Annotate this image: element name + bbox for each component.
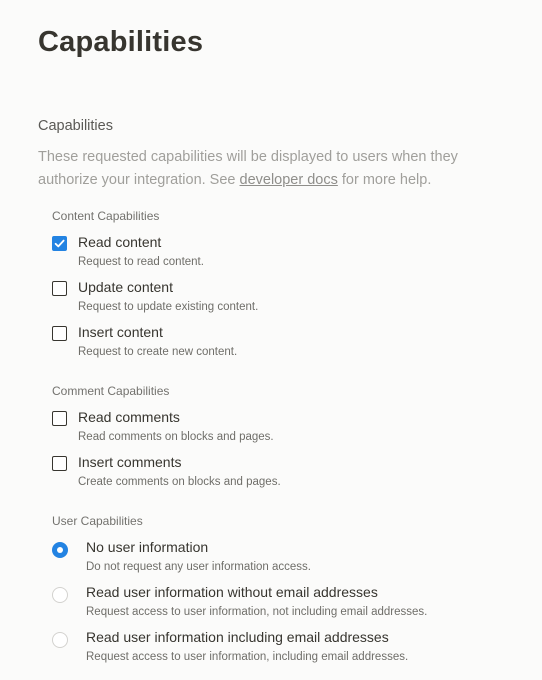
check-icon — [54, 239, 65, 248]
section-title: Capabilities — [38, 118, 113, 134]
read-comments-description: Read comments on blocks and pages. — [78, 431, 274, 443]
user-capabilities-label: User Capabilities — [52, 514, 143, 528]
user-info-with-email-label: Read user information including email ad… — [86, 629, 389, 645]
insert-content-description: Request to create new content. — [78, 346, 238, 358]
option-read-comments[interactable]: Read comments Read comments on blocks an… — [52, 409, 522, 449]
user-info-without-email-label: Read user information without email addr… — [86, 584, 378, 600]
user-info-with-email-description: Request access to user information, incl… — [86, 651, 409, 663]
option-user-info-without-email[interactable]: Read user information without email addr… — [52, 584, 522, 624]
option-read-content[interactable]: Read content Request to read content. — [52, 234, 522, 274]
no-user-information-description: Do not request any user information acce… — [86, 561, 312, 573]
capabilities-page: Capabilities Capabilities These requeste… — [0, 0, 542, 680]
insert-comments-label: Insert comments — [78, 454, 182, 470]
option-no-user-information[interactable]: No user information Do not request any u… — [52, 539, 522, 579]
developer-docs-link[interactable]: developer docs — [240, 172, 338, 188]
user-info-without-email-description: Request access to user information, not … — [86, 606, 428, 618]
no-user-information-label: No user information — [86, 539, 209, 555]
no-user-information-radio[interactable] — [52, 542, 68, 558]
insert-content-checkbox[interactable] — [52, 326, 67, 341]
read-content-checkbox[interactable] — [52, 236, 67, 251]
option-insert-comments[interactable]: Insert comments Create comments on block… — [52, 454, 522, 494]
user-info-without-email-radio[interactable] — [52, 587, 68, 603]
insert-content-label: Insert content — [78, 324, 163, 340]
description-text-after: for more help. — [337, 172, 432, 188]
page-title: Capabilities — [38, 26, 204, 58]
section-description: These requested capabilities will be dis… — [38, 146, 508, 192]
radio-selected-dot-icon — [57, 547, 63, 553]
read-comments-checkbox[interactable] — [52, 411, 67, 426]
update-content-checkbox[interactable] — [52, 281, 67, 296]
insert-comments-checkbox[interactable] — [52, 456, 67, 471]
option-user-info-with-email[interactable]: Read user information including email ad… — [52, 629, 522, 669]
content-capabilities-label: Content Capabilities — [52, 209, 160, 223]
option-insert-content[interactable]: Insert content Request to create new con… — [52, 324, 522, 364]
read-content-description: Request to read content. — [78, 256, 204, 268]
comment-capabilities-label: Comment Capabilities — [52, 384, 170, 398]
option-update-content[interactable]: Update content Request to update existin… — [52, 279, 522, 319]
update-content-description: Request to update existing content. — [78, 301, 259, 313]
user-info-with-email-radio[interactable] — [52, 632, 68, 648]
read-comments-label: Read comments — [78, 409, 180, 425]
insert-comments-description: Create comments on blocks and pages. — [78, 476, 281, 488]
update-content-label: Update content — [78, 279, 173, 295]
read-content-label: Read content — [78, 234, 162, 250]
